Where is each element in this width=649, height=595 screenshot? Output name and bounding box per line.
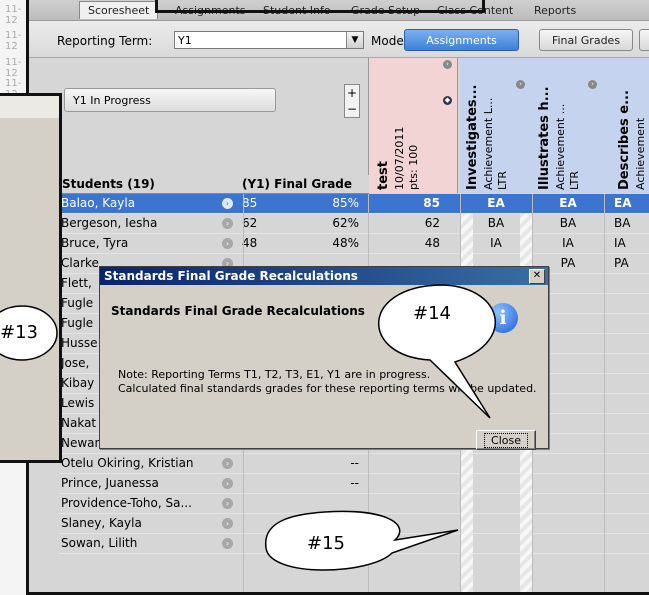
callout-14-label: #14 (413, 303, 451, 324)
callout-overlay (0, 284, 497, 571)
callout-15-label: #15 (307, 533, 345, 554)
screenshot-stage: 11-12 11-12 11-12 11-12 Scoresheet Assig… (0, 0, 649, 595)
callout-13-label: #13 (0, 322, 38, 343)
callout-15-bubble (265, 510, 459, 571)
